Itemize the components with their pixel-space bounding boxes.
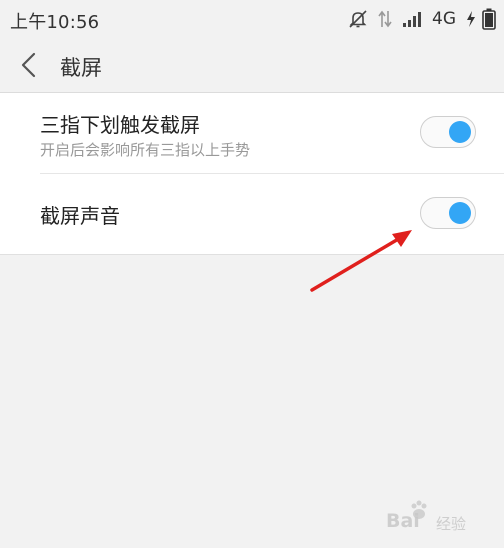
setting-label: 三指下划触发截屏 — [40, 113, 200, 137]
setting-row-screenshot-sound[interactable]: 截屏声音 — [40, 173, 504, 254]
status-time: 上午10:56 — [10, 12, 100, 33]
setting-label: 截屏声音 — [40, 204, 120, 228]
red-arrow-annotation — [310, 230, 412, 292]
status-bar: 上午10:56 4G — [0, 0, 504, 40]
watermark-brand: Bai — [386, 510, 420, 532]
data-arrows-icon — [378, 9, 392, 29]
baidu-watermark: Bai 经验 — [386, 500, 498, 542]
charging-icon — [466, 10, 476, 28]
battery-icon — [482, 8, 496, 30]
page-title: 截屏 — [60, 56, 102, 80]
toggle-knob — [449, 202, 471, 224]
status-icons: 4G — [338, 8, 496, 30]
header: 截屏 — [0, 40, 504, 93]
watermark-text: 经验 — [436, 515, 467, 533]
toggle-knob — [449, 121, 471, 143]
back-button[interactable] — [14, 52, 44, 82]
chevron-left-icon — [20, 52, 38, 82]
setting-description: 开启后会影响所有三指以上手势 — [40, 141, 251, 159]
mute-icon — [348, 9, 368, 29]
three-finger-screenshot-toggle[interactable] — [420, 116, 476, 148]
network-type: 4G — [432, 9, 456, 29]
signal-icon — [402, 10, 422, 28]
setting-row-three-finger-screenshot[interactable]: 三指下划触发截屏 开启后会影响所有三指以上手势 — [0, 93, 504, 173]
